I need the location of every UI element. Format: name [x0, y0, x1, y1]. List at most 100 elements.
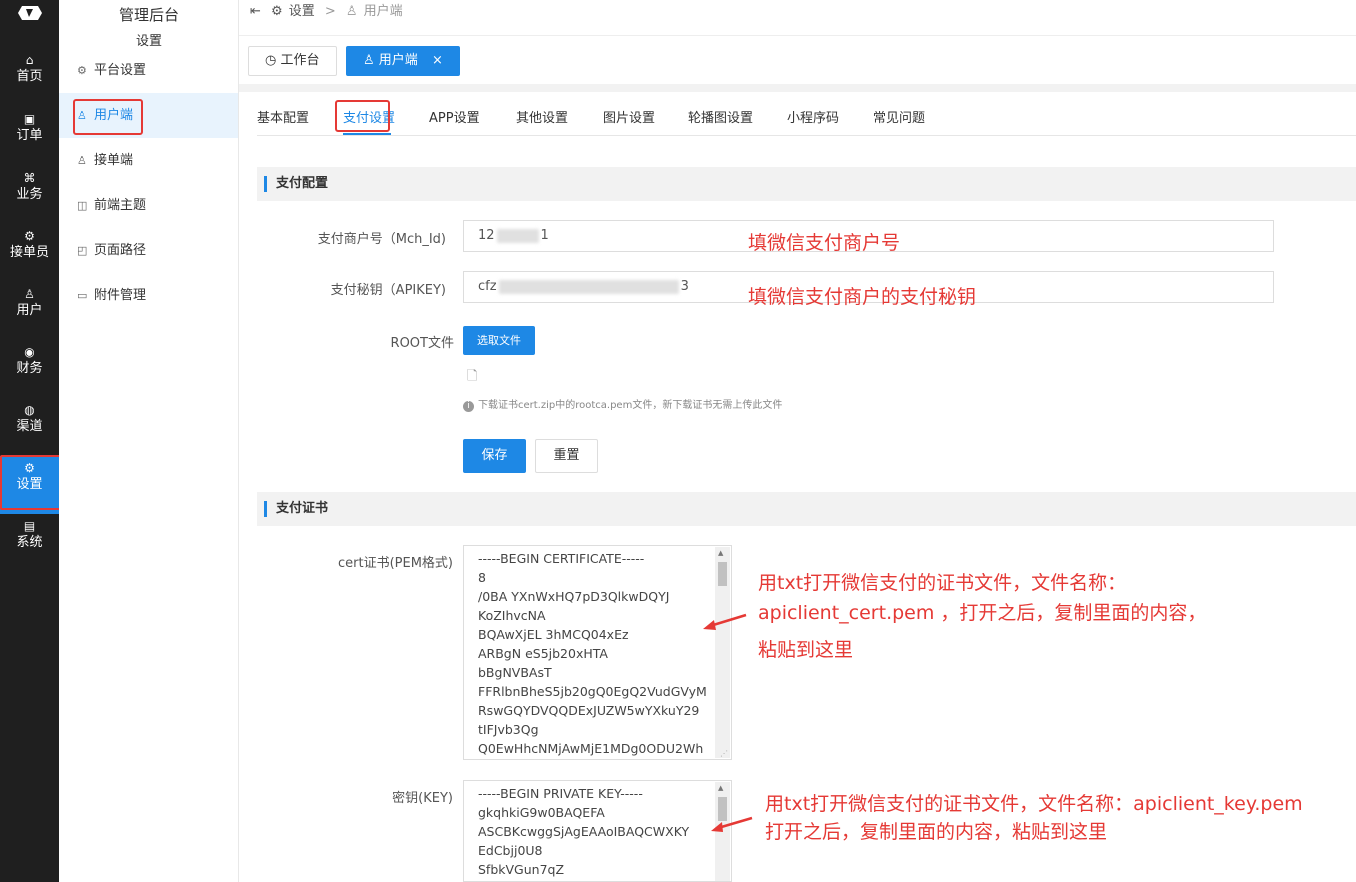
tab-workbench[interactable]: ◷ 工作台	[248, 46, 337, 76]
scroll-up-icon[interactable]: ▲	[718, 549, 723, 557]
mch-id-value-prefix: 12	[478, 228, 495, 243]
annotation-cert-2: apiclient_cert.pem ，打开之后，复制里面的内容，	[758, 602, 1207, 624]
breadcrumb-root[interactable]: 设置	[289, 4, 315, 19]
text-line: EdCbjj0U8	[478, 843, 543, 858]
close-icon[interactable]: ×	[432, 53, 443, 68]
sidebar-item-0[interactable]: ⚙ 平台设置	[59, 48, 238, 93]
section-header-payment-config: 支付配置	[257, 167, 1356, 201]
annotation-arrow-icon	[703, 613, 747, 630]
channel-icon: ◍	[24, 403, 35, 417]
home-icon: ⌂	[25, 53, 34, 67]
sidebar-item-3[interactable]: ◫ 前端主题	[59, 183, 238, 228]
redacted-blur	[496, 228, 539, 243]
rail-item-1[interactable]: ▣ 订单	[0, 107, 59, 165]
tabs-divider	[239, 84, 1356, 92]
user-icon: ♙	[363, 53, 375, 68]
text-line: ARBgN eS5jb20xHTA	[478, 646, 608, 661]
text-line: tIFJvb3Qg	[478, 722, 539, 737]
sidebar-item-2[interactable]: ♙ 接单端	[59, 138, 238, 183]
text-line: ASCBKcwggSjAgEAAoIBAQCWXKY	[478, 824, 690, 839]
subtab-miniprogram-code[interactable]: 小程序码	[787, 108, 839, 130]
rail-item-8[interactable]: ▤ 系统	[0, 514, 59, 572]
sidebar-item-icon: ⚙	[77, 64, 87, 77]
rail-item-label: 财务	[16, 361, 43, 376]
subtab-basic[interactable]: 基本配置	[257, 108, 309, 130]
sidebar-item-icon: ♙	[77, 154, 87, 167]
text-line: FFRlbnBheS5jb20gQ0EgQ2VudGVyM	[478, 684, 707, 699]
upload-tip-text: 下载证书cert.zip中的rootca.pem文件，新下载证书无需上传此文件	[478, 400, 783, 411]
rail-item-4[interactable]: ♙ 用户	[0, 282, 59, 340]
finance-icon: ◉	[24, 345, 35, 359]
sidebar-item-label: 接单端	[94, 153, 134, 168]
rail-item-3[interactable]: ⚙ 接单员	[0, 224, 59, 282]
header-divider	[239, 35, 1356, 36]
tab-workbench-label: 工作台	[280, 53, 320, 68]
root-file-label: ROOT文件	[390, 336, 454, 351]
rail-item-0[interactable]: ⌂ 首页	[0, 48, 59, 106]
subtab-image[interactable]: 图片设置	[603, 108, 655, 130]
active-subtab-indicator	[343, 133, 391, 135]
section-accent	[264, 501, 267, 517]
rail-item-label: 渠道	[16, 419, 43, 434]
sidebar-item-4[interactable]: ◰ 页面路径	[59, 228, 238, 273]
subtab-faq[interactable]: 常见问题	[873, 108, 925, 130]
choose-file-button[interactable]: 选取文件	[463, 326, 535, 355]
text-line: RswGQYDVQQDExJUZW5wYXkuY29	[478, 703, 700, 718]
annotation-cert-1: 用txt打开微信支付的证书文件，文件名称：	[758, 572, 1127, 594]
breadcrumb-separator: >	[324, 4, 336, 19]
rail-item-label: 系统	[16, 535, 43, 550]
annotation-highlight-settings	[0, 455, 68, 510]
annotation-apikey: 填微信支付商户的支付秘钥	[748, 286, 977, 308]
subtab-app[interactable]: APP设置	[429, 108, 480, 130]
annotation-cert-3: 粘贴到这里	[758, 639, 854, 661]
main-nav-rail: ⌂ 首页 ▣ 订单 ⌘ 业务 ⚙ 接单员 ♙ 用户 ◉ 财务 ◍ 渠道 ⚙ 设置 ▤ 系统	[0, 0, 59, 882]
text-line: Q0EwHhcNMjAwMjE1MDg0ODU2Wh	[478, 741, 704, 756]
system-icon: ▤	[23, 519, 36, 533]
collapse-menu-icon[interactable]: ⇤	[250, 4, 261, 19]
sidebar-item-label: 附件管理	[94, 288, 147, 303]
rail-item-label: 订单	[16, 128, 43, 143]
rail-item-2[interactable]: ⌘ 业务	[0, 166, 59, 224]
rail-item-label: 接单员	[9, 245, 49, 260]
rail-item-6[interactable]: ◍ 渠道	[0, 398, 59, 456]
text-line: BQAwXjEL 3hMCQ04xEz	[478, 627, 629, 642]
sidebar-item-icon: ▭	[77, 289, 88, 302]
settings-icon: ⚙	[271, 4, 283, 19]
subtabs-divider	[257, 135, 1356, 136]
subtab-carousel[interactable]: 轮播图设置	[688, 108, 753, 130]
key-label: 密钥(KEY)	[392, 791, 453, 806]
cert-textarea[interactable]: -----BEGIN CERTIFICATE----- 8/0BA YXnWxHQ…	[463, 545, 732, 760]
annotation-mch-id: 填微信支付商户号	[748, 232, 901, 254]
breadcrumb: ⇤ ⚙ 设置 > ♙ 用户端	[250, 0, 409, 24]
mch-id-value-suffix: 1	[540, 228, 549, 243]
text-line: /0BA YXnWxHQ7pD3QlkwDQYJ	[478, 589, 670, 604]
reset-button[interactable]: 重置	[535, 439, 598, 473]
section-title: 支付配置	[276, 176, 329, 191]
cert-label: cert证书(PEM格式)	[337, 556, 453, 571]
section-accent	[264, 176, 267, 192]
scroll-up-icon[interactable]: ▲	[718, 784, 723, 792]
resize-grip-icon[interactable]: ⋰	[720, 749, 728, 758]
sidebar-item-5[interactable]: ▭ 附件管理	[59, 273, 238, 318]
rail-item-label: 业务	[16, 187, 43, 202]
text-line: bBgNVBAsT	[478, 665, 552, 680]
key-textarea[interactable]: -----BEGIN PRIVATE KEY----- gkqhkiG9w0BA…	[463, 780, 732, 882]
subtab-other[interactable]: 其他设置	[516, 108, 568, 130]
rail-item-5[interactable]: ◉ 财务	[0, 340, 59, 398]
save-button[interactable]: 保存	[463, 439, 526, 473]
tab-user-end[interactable]: ♙ 用户端 ×	[346, 46, 460, 76]
mch-id-label: 支付商户号（Mch_Id)	[317, 232, 446, 247]
annotation-key-1: 用txt打开微信支付的证书文件，文件名称：apiclient_key.pem	[765, 793, 1303, 815]
logo-icon	[18, 6, 42, 20]
annotation-highlight-payment-tab	[335, 100, 390, 132]
apikey-value-prefix: cfz	[478, 279, 497, 294]
cert-scrollbar[interactable]: ▲	[715, 547, 730, 758]
tab-user-end-label: 用户端	[378, 53, 418, 68]
section-header-cert: 支付证书	[257, 492, 1356, 526]
scrollbar-thumb[interactable]	[718, 562, 727, 586]
info-icon: i	[463, 401, 474, 412]
section-title: 支付证书	[276, 501, 329, 516]
redacted-blur	[498, 279, 679, 294]
annotation-highlight-user-end	[73, 99, 143, 135]
sidebar-item-label: 前端主题	[94, 198, 147, 213]
